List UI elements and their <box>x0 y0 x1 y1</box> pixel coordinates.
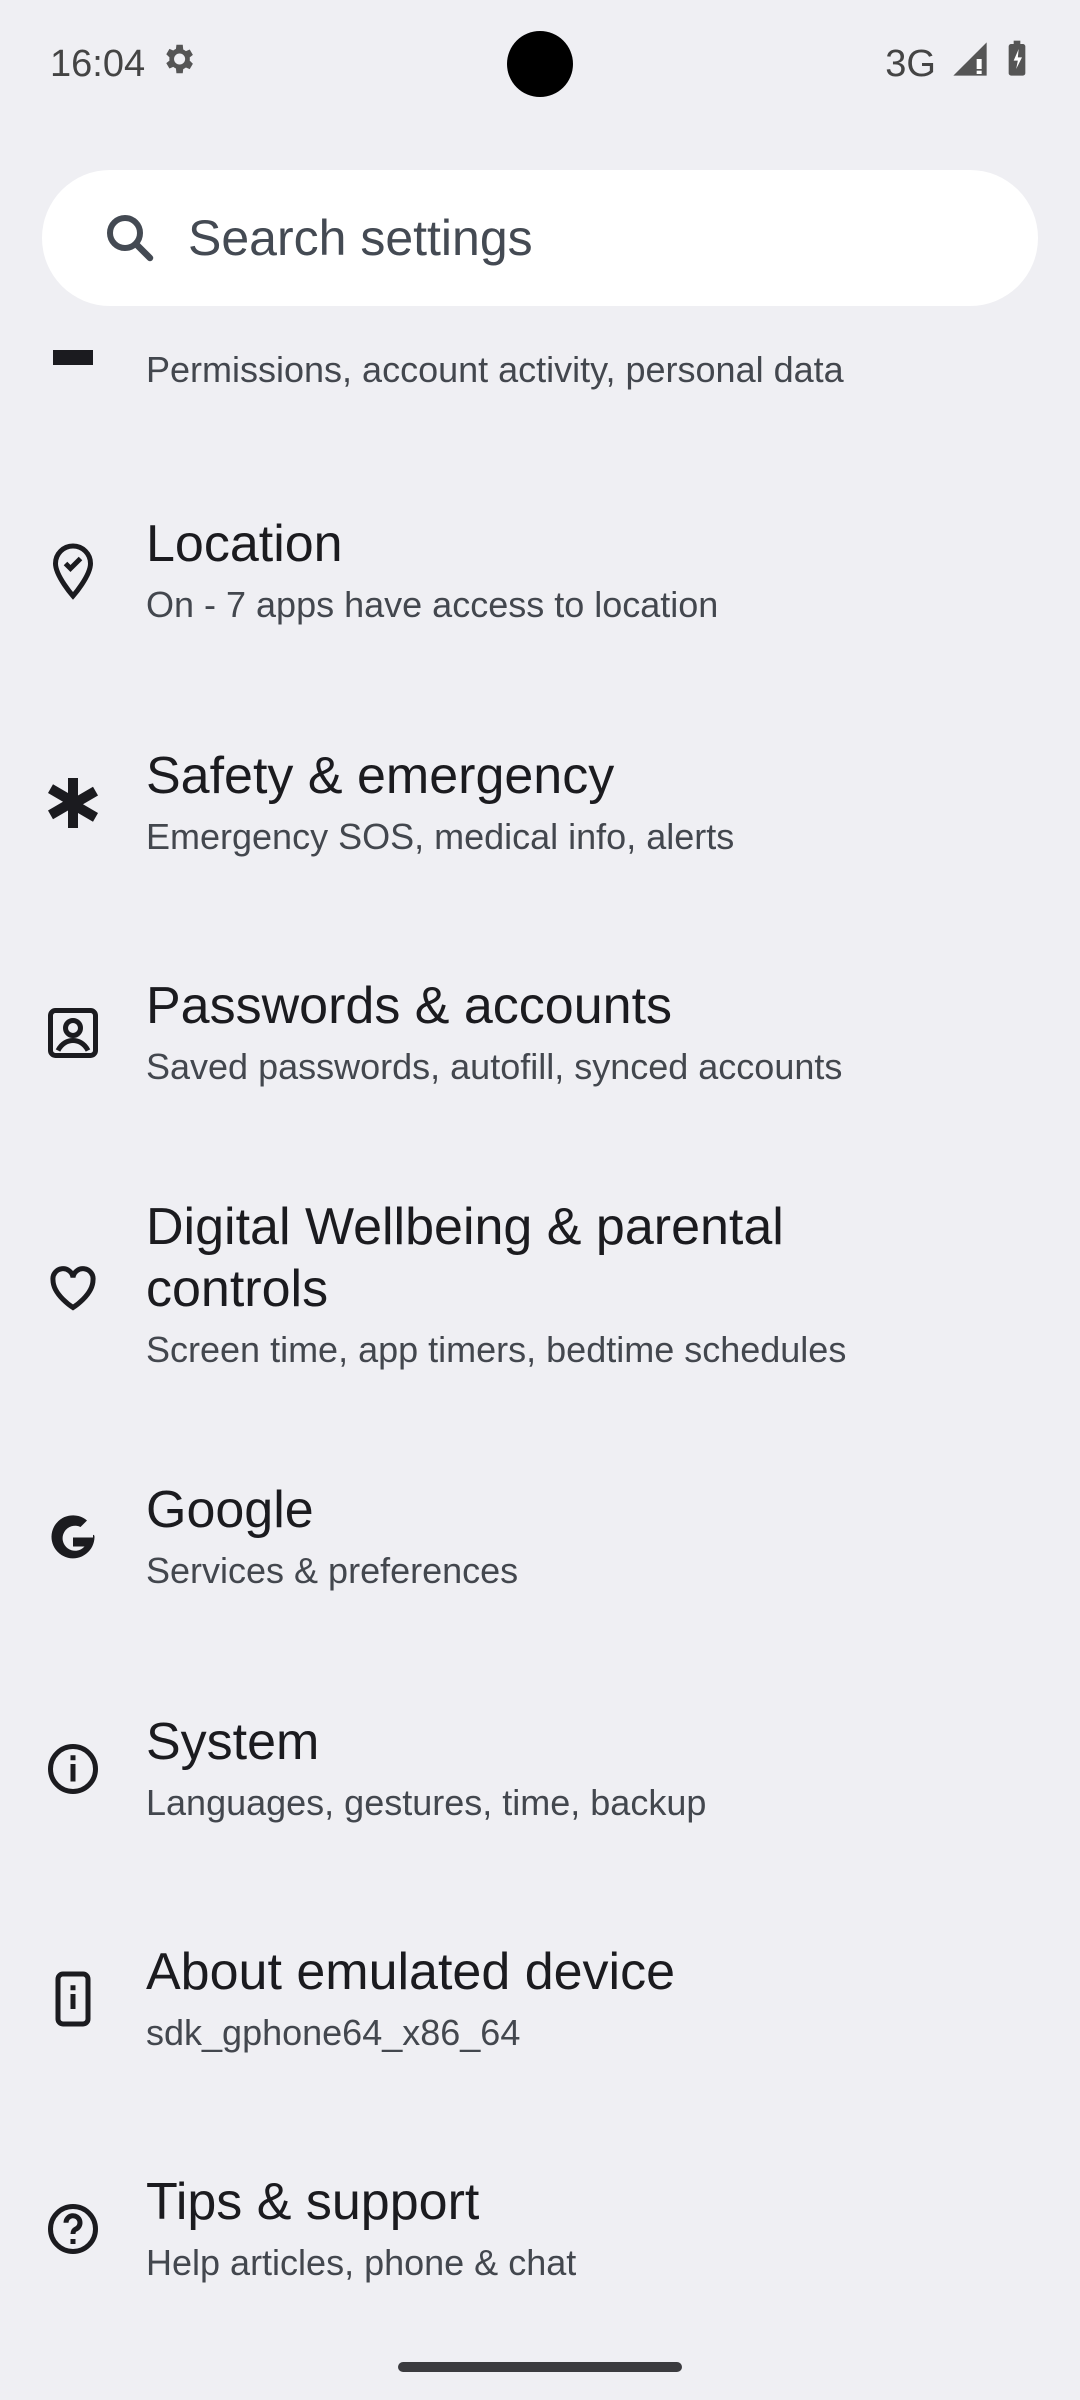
settings-item-subtitle: Help articles, phone & chat <box>146 2242 577 2283</box>
settings-item-title: About emulated device <box>146 1943 676 2001</box>
status-bar: 16:04 3G <box>0 0 1080 128</box>
settings-item-about-device[interactable]: About emulated device sdk_gphone64_x86_6… <box>0 1884 1080 2114</box>
settings-item-subtitle: sdk_gphone64_x86_64 <box>146 2012 521 2053</box>
privacy-icon <box>53 350 93 365</box>
battery-icon <box>1004 39 1030 89</box>
front-camera <box>507 31 573 97</box>
search-placeholder: Search settings <box>188 210 533 266</box>
help-question-icon <box>48 2204 98 2254</box>
device-phone-icon <box>55 1971 91 2027</box>
settings-item-location[interactable]: Location On - 7 apps have access to loca… <box>0 456 1080 686</box>
settings-item-google[interactable]: Google Services & preferences <box>0 1422 1080 1652</box>
status-time: 16:04 <box>50 42 146 85</box>
settings-item-title: Passwords & accounts <box>146 977 673 1035</box>
system-info-icon <box>48 1744 98 1794</box>
settings-item-passwords[interactable]: Passwords & accounts Saved passwords, au… <box>0 918 1080 1148</box>
settings-item-safety[interactable]: Safety & emergency Emergency SOS, medica… <box>0 688 1080 918</box>
status-right: 3G <box>885 39 1030 89</box>
search-bar[interactable]: Search settings <box>42 170 1038 306</box>
settings-item-tips-support[interactable]: Tips & support Help articles, phone & ch… <box>0 2114 1080 2344</box>
settings-item-privacy[interactable]: Permissions, account activity, personal … <box>0 346 1080 440</box>
accounts-icon <box>48 1008 98 1058</box>
settings-item-title: Location <box>146 515 343 573</box>
settings-item-title: Tips & support <box>146 2173 480 2231</box>
settings-item-subtitle: On - 7 apps have access to location <box>146 584 719 625</box>
search-icon <box>100 208 160 268</box>
home-gesture-bar[interactable] <box>398 2362 682 2372</box>
asterisk-medical-icon <box>48 778 98 828</box>
settings-item-subtitle: Emergency SOS, medical info, alerts <box>146 816 735 857</box>
settings-item-subtitle: Languages, gestures, time, backup <box>146 1782 707 1823</box>
wellbeing-heart-icon <box>50 1266 96 1311</box>
network-label: 3G <box>885 42 936 85</box>
location-pin-icon <box>52 543 94 600</box>
settings-item-title: System <box>146 1713 320 1771</box>
search-bar-container: Search settings <box>42 170 1038 306</box>
settings-item-title: Digital Wellbeing & parental controls <box>146 1198 784 1318</box>
settings-item-subtitle: Services & preferences <box>146 1550 519 1591</box>
status-left: 16:04 <box>50 40 197 88</box>
settings-gear-icon <box>159 40 197 88</box>
settings-item-system[interactable]: System Languages, gestures, time, backup <box>0 1654 1080 1884</box>
settings-item-title: Google <box>146 1481 314 1539</box>
google-g-icon <box>51 1515 95 1559</box>
settings-item-subtitle: Saved passwords, autofill, synced accoun… <box>146 1046 843 1087</box>
settings-item-digital-wellbeing[interactable]: Digital Wellbeing & parental controls Sc… <box>0 1150 1080 1420</box>
settings-item-subtitle: Permissions, account activity, personal … <box>146 349 844 390</box>
settings-item-title: Safety & emergency <box>146 747 615 805</box>
settings-item-subtitle: Screen time, app timers, bedtime schedul… <box>146 1329 847 1370</box>
signal-icon <box>950 39 990 89</box>
